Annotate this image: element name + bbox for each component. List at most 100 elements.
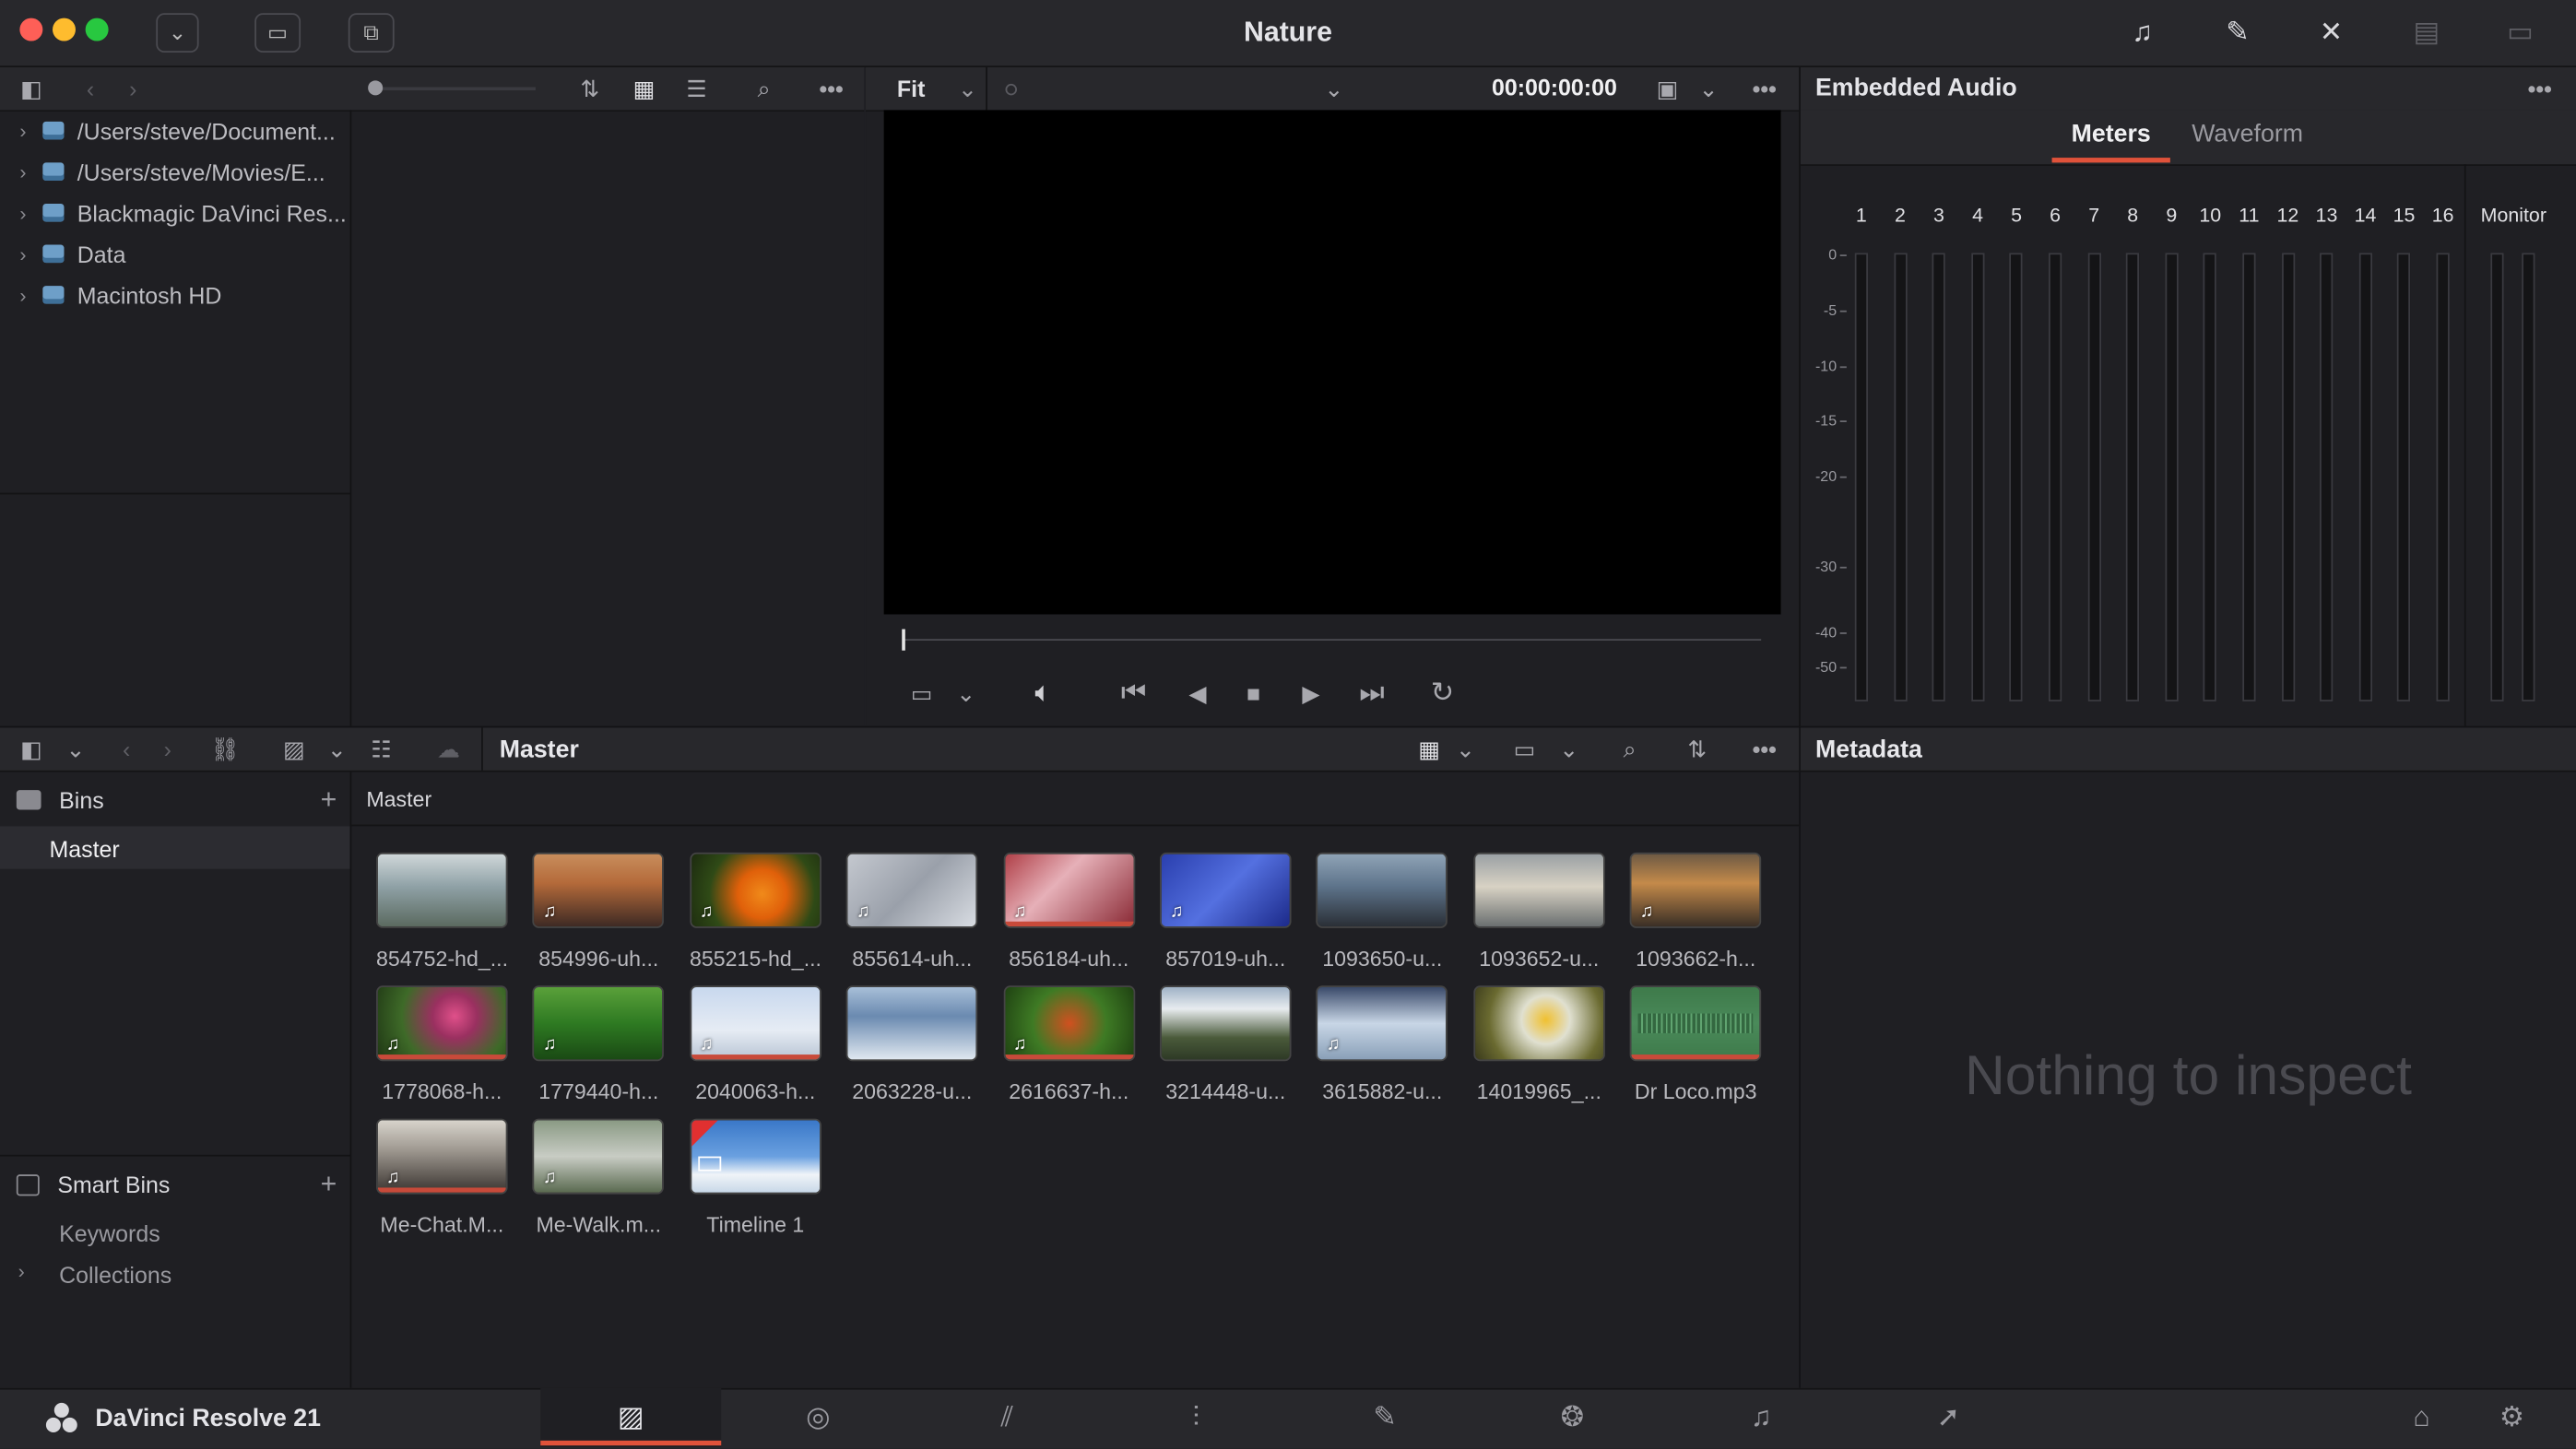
smart-bin-collections[interactable]: Collections [59,1262,171,1289]
clip-thumbnail[interactable] [690,1118,821,1195]
search-icon[interactable]: ⌕ [1612,733,1648,766]
clip-thumbnail[interactable]: ♫ [846,852,978,928]
media-clip[interactable]: Dr Loco.mp3 [1629,985,1762,1104]
add-smart-bin-icon[interactable]: + [321,1168,337,1201]
chevron-down-icon[interactable]: ⌄ [952,677,979,710]
chevron-down-icon[interactable]: ⌄ [1555,733,1582,766]
back-icon[interactable]: ‹ [115,733,138,766]
forward-icon[interactable]: › [122,72,145,105]
media-clip[interactable]: ♫ 1779440-h... [533,985,665,1104]
more-options-icon[interactable]: ••• [811,72,851,105]
media-clip[interactable]: 1093650-u... [1316,852,1448,971]
tab-meters[interactable]: Meters [2052,120,2170,147]
media-clip[interactable]: ♫ 2616637-h... [1003,985,1135,1104]
settings-gear-icon[interactable]: ⚙ [2476,1388,2547,1447]
edit-page-icon[interactable]: ⫽ [916,1388,1097,1447]
display-icon[interactable]: ▭ [2496,11,2545,53]
thumbnail-view-icon[interactable]: ▭ [1507,733,1542,766]
zoom-select[interactable]: Fit ⌄ [897,67,977,110]
chevron-down-icon[interactable]: ⌄ [1696,72,1722,105]
storage-item[interactable]: ›/Users/steve/Document... [13,110,349,151]
clip-thumbnail[interactable] [1472,852,1605,928]
chevron-down-icon[interactable]: ⌄ [1452,733,1479,766]
clip-thumbnail[interactable]: ♫ [1160,852,1292,928]
slider-knob[interactable] [368,80,384,96]
clip-thumbnail[interactable] [1160,985,1292,1062]
search-icon[interactable]: ⌕ [746,72,782,105]
sort-icon[interactable]: ⇅ [572,72,608,105]
media-clip[interactable]: 2063228-u... [846,985,978,1104]
storage-item[interactable]: › Data [13,233,349,275]
loop-icon[interactable]: ↻ [1423,675,1462,711]
viewer-canvas[interactable] [883,110,1781,615]
effects-icon[interactable]: ✎ [2213,11,2262,53]
media-clip[interactable]: ♫ Me-Walk.m... [533,1118,665,1237]
music-page-icon[interactable]: ♫ [1671,1388,1851,1447]
clip-thumbnail[interactable]: ♫ [533,852,665,928]
comment-icon[interactable]: ☷ [363,733,399,766]
clip-thumbnail[interactable]: ♫ [1316,985,1448,1062]
more-options-icon[interactable]: ••• [1744,733,1784,766]
media-clip[interactable]: ♫ Me-Chat.M... [376,1118,508,1237]
hq-icon[interactable]: ▣ [1649,72,1685,105]
clip-thumbnail[interactable]: ♫ [376,985,508,1062]
deliver-page-icon[interactable]: ➚ [1858,1388,2038,1447]
clip-thumbnail[interactable]: ♫ [1003,852,1135,928]
thumbnail-size-slider[interactable] [371,87,536,91]
sidebar-toggle-icon[interactable]: ◧ [13,72,49,105]
clip-icon[interactable]: ▭ [904,677,939,710]
play-icon[interactable]: ▶ [1293,675,1329,711]
media-clip[interactable]: ♫ 856184-uh... [1003,852,1135,971]
back-icon[interactable]: ‹ [79,72,102,105]
media-clip[interactable]: ♫ 2040063-h... [690,985,821,1104]
sort-icon[interactable]: ⇅ [1679,733,1715,766]
tools-icon[interactable]: ✕ [2307,11,2356,53]
chevron-down-icon[interactable]: ⌄ [1321,72,1348,105]
media-clip[interactable]: 854752-hd_... [376,852,508,971]
more-options-icon[interactable]: ••• [2520,72,2559,105]
clip-thumbnail[interactable]: ♫ [1003,985,1135,1062]
smart-bin-keywords[interactable]: Keywords [59,1220,160,1247]
more-options-icon[interactable]: ••• [1744,72,1784,105]
media-clip[interactable]: 3214448-u... [1160,985,1292,1104]
chevron-right-icon[interactable]: › [18,1260,25,1283]
media-clip[interactable]: ♫ 855614-uh... [846,852,978,971]
skip-to-start-icon[interactable]: ⏮︎ [1114,675,1153,711]
play-reverse-icon[interactable]: ◀ [1179,675,1215,711]
music-note-icon[interactable]: ♫ [2118,11,2167,53]
media-clip[interactable]: ♫ 1093662-h... [1629,852,1762,971]
clip-thumbnail[interactable] [1629,985,1762,1062]
media-clip[interactable]: 14019965_... [1472,985,1605,1104]
chevron-down-icon[interactable]: ⌄ [325,733,349,766]
bin-item-master[interactable]: Master [0,826,350,869]
grid-view-icon[interactable]: ▦ [626,72,662,105]
fusion-page-icon[interactable]: ⫶ [1105,1388,1286,1447]
media-clip[interactable]: ♫ 854996-uh... [533,852,665,971]
storage-item[interactable]: › Macintosh HD [13,275,349,316]
clip-thumbnail[interactable]: ♫ [690,985,821,1062]
media-clip[interactable]: ♫ 3615882-u... [1316,985,1448,1104]
media-clip[interactable]: 1093652-u... [1472,852,1605,971]
clip-thumbnail[interactable]: ♫ [376,1118,508,1195]
storage-item[interactable]: ›/Users/steve/Movies/E... [13,151,349,193]
forward-icon[interactable]: › [156,733,179,766]
import-media-icon[interactable]: ▨ [276,733,312,766]
clip-thumbnail[interactable] [1472,985,1605,1062]
stop-icon[interactable]: ■ [1235,675,1271,711]
skip-to-end-icon[interactable]: ⏭︎ [1352,675,1391,711]
media-clip[interactable]: Timeline 1 [690,1118,821,1237]
media-clip[interactable]: ♫ 1778068-h... [376,985,508,1104]
clip-thumbnail[interactable]: ♫ [533,1118,665,1195]
media-clip[interactable]: ♫ 857019-uh... [1160,852,1292,971]
clip-thumbnail[interactable] [1316,852,1448,928]
keyboard-icon[interactable]: ▤ [2402,11,2451,53]
scrubber-bar[interactable] [904,639,1762,642]
clip-thumbnail[interactable]: ♫ [690,852,821,928]
clip-thumbnail[interactable]: ♫ [533,985,665,1062]
grid-view-icon[interactable]: ▦ [1412,733,1448,766]
cut-page-icon[interactable]: ◎ [727,1388,908,1447]
clip-thumbnail[interactable] [376,852,508,928]
media-page-icon[interactable]: ▨ [540,1387,722,1448]
fairlight-page-icon[interactable]: ❂ [1482,1388,1662,1447]
list-view-icon[interactable]: ☰ [679,72,715,105]
